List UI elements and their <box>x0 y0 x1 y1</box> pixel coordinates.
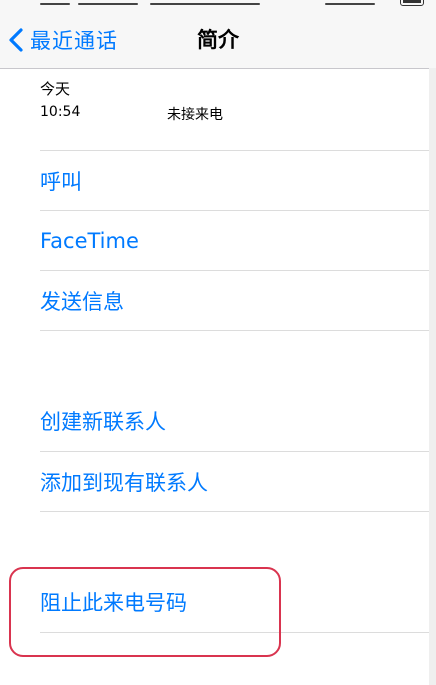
highlight-annotation <box>9 567 281 657</box>
status-fragment <box>40 3 70 5</box>
history-entry: 10:54 未接来电 <box>40 100 430 128</box>
facetime-button[interactable]: FaceTime <box>40 210 430 270</box>
call-button[interactable]: 呼叫 <box>40 150 430 210</box>
add-to-existing-contact-button[interactable]: 添加到现有联系人 <box>40 451 430 512</box>
page-edge <box>429 68 436 685</box>
navigation-bar: 简介 最近通话 <box>0 12 436 69</box>
battery-icon <box>400 0 424 6</box>
history-day: 今天 <box>40 80 71 98</box>
send-message-button[interactable]: 发送信息 <box>40 270 430 331</box>
back-label: 最近通话 <box>30 29 118 53</box>
status-fragment <box>325 3 375 5</box>
call-type: 未接来电 <box>167 107 223 123</box>
call-time: 10:54 <box>40 104 81 120</box>
create-contact-button[interactable]: 创建新联系人 <box>40 391 430 451</box>
back-button[interactable]: 最近通话 <box>6 12 118 68</box>
status-fragment <box>78 3 138 5</box>
status-fragment <box>150 3 260 5</box>
call-history: 今天 10:54 未接来电 <box>40 78 430 128</box>
status-bar <box>0 0 436 12</box>
chevron-left-icon <box>9 28 23 52</box>
